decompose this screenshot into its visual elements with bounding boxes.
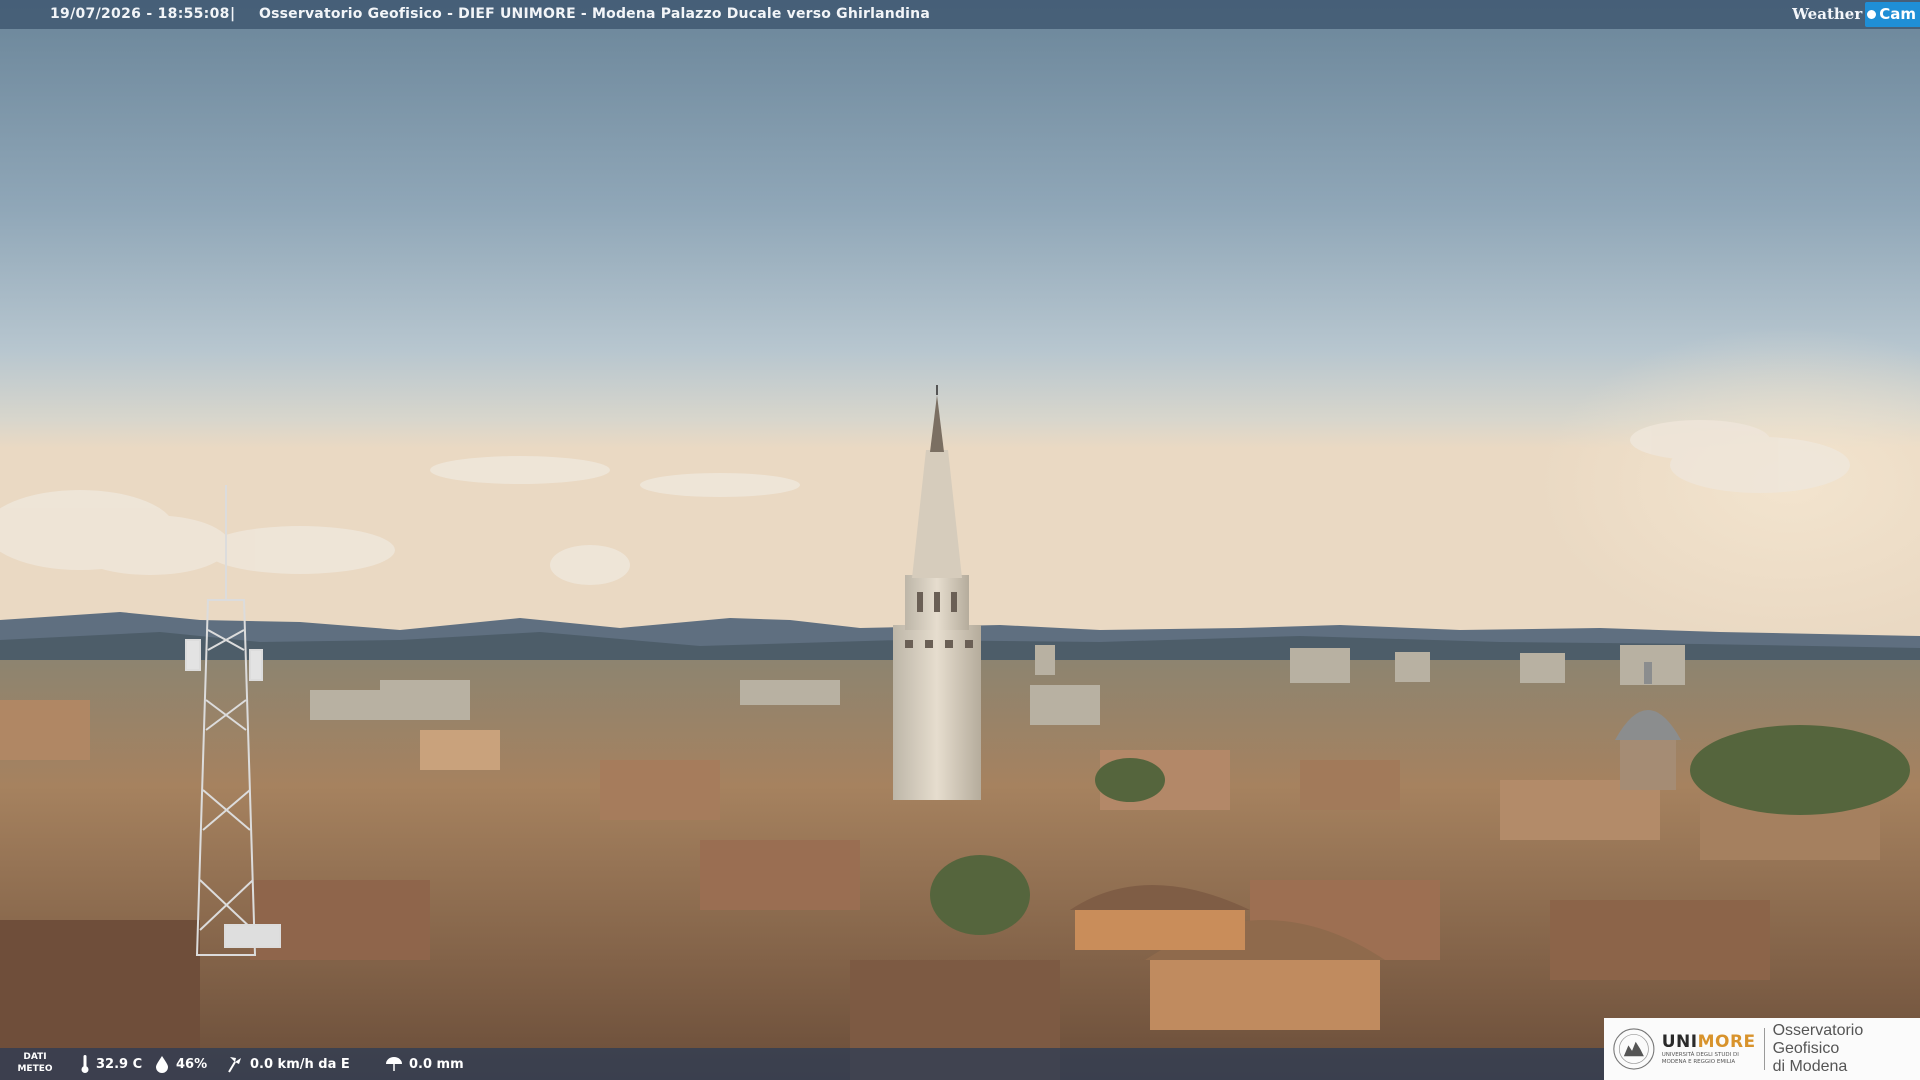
wind-icon xyxy=(228,1057,241,1073)
separator: | xyxy=(230,6,236,22)
humidity-icon xyxy=(156,1056,168,1073)
rain-readout: 0.0 mm xyxy=(385,1048,464,1080)
unimore-wordmark: UNIMORE UNIVERSITÀ DEGLI STUDI DI MODENA… xyxy=(1661,1032,1756,1065)
unimore-logo-panel: UNIMORE UNIVERSITÀ DEGLI STUDI DI MODENA… xyxy=(1604,1018,1920,1080)
thermometer-icon xyxy=(81,1055,89,1073)
weather-label: DATI METEO xyxy=(17,1052,53,1074)
humidity-value: 46% xyxy=(176,1056,208,1072)
brand-cam-text: Cam xyxy=(1879,5,1916,23)
camera-title: Osservatorio Geofisico - DIEF UNIMORE - … xyxy=(259,6,930,22)
logo-divider xyxy=(1763,1028,1765,1070)
brand-dot-icon xyxy=(1867,10,1877,19)
timestamp: 19/07/2026 - 18:55:08 xyxy=(50,6,230,22)
wind-readout: 0.0 km/h da E xyxy=(226,1048,350,1080)
humidity-readout: 46% xyxy=(154,1048,207,1080)
weather-data-bar: DATI METEO 32.9 C 46% 0.0 km/h da E 0.0 … xyxy=(0,1048,1604,1080)
temperature-readout: 32.9 C xyxy=(80,1048,142,1080)
university-seal-icon xyxy=(1613,1028,1655,1070)
brand-weather-text: Weather xyxy=(1792,5,1863,23)
top-info-bar: 19/07/2026 - 18:55:08 | Osservatorio Geo… xyxy=(0,0,1920,29)
wind-value: 0.0 km/h da E xyxy=(250,1056,350,1072)
temperature-value: 32.9 C xyxy=(96,1056,143,1072)
observatory-name: Osservatorio Geofisico di Modena xyxy=(1772,1022,1864,1075)
rain-icon xyxy=(386,1057,402,1071)
rain-value: 0.0 mm xyxy=(409,1056,464,1072)
brand-cam-badge: Cam xyxy=(1865,2,1920,27)
webcam-image xyxy=(0,0,1920,1080)
weathercam-logo: Weather Cam xyxy=(1792,0,1920,29)
